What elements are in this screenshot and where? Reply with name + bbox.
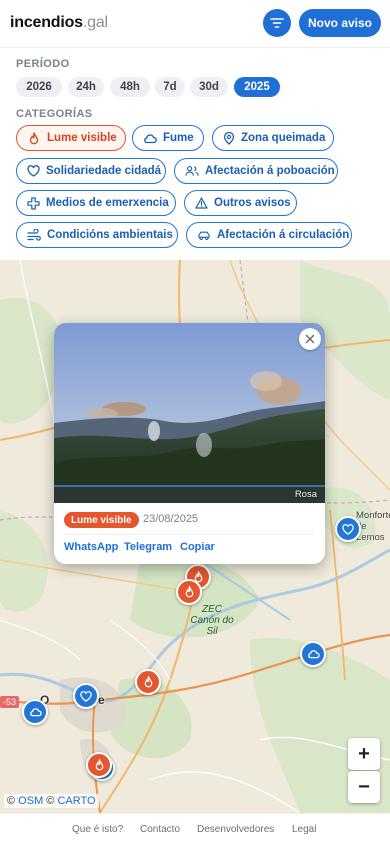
logo-name: incendios <box>10 14 83 31</box>
categories-label: CATEGORÍAS <box>16 108 93 120</box>
footer-link-about[interactable]: Que é isto? <box>72 824 123 835</box>
people-icon <box>185 164 199 178</box>
osm-link[interactable]: OSM <box>18 795 43 807</box>
smoke-marker[interactable] <box>22 699 48 725</box>
popup-divider <box>64 534 315 535</box>
category-label: Afectación á poboación <box>205 165 335 177</box>
heart-marker[interactable] <box>335 516 361 542</box>
period-label: PERÍODO <box>16 58 70 70</box>
period-chip-30d[interactable]: 30d <box>190 77 228 97</box>
zoom-in-button[interactable]: + <box>348 738 380 770</box>
category-label: Condicións ambientais <box>47 229 173 241</box>
flame-icon <box>144 676 152 688</box>
heart-icon <box>80 690 92 702</box>
road-shield: -53 <box>0 696 20 708</box>
category-label: Solidariedade cidadá <box>46 165 162 177</box>
zoom-out-button[interactable]: − <box>348 771 380 803</box>
category-afectacion-circulacion[interactable]: Afectación á circulación <box>186 222 352 248</box>
new-report-button[interactable]: Novo aviso <box>299 9 381 37</box>
fire-marker[interactable] <box>135 669 161 695</box>
category-medios-emerxencia[interactable]: Medios de emerxencia <box>16 190 176 216</box>
logo[interactable]: incendios.gal <box>10 14 108 32</box>
category-solidariedade[interactable]: Solidariedade cidadá <box>16 158 166 184</box>
footer: Que é isto? Contacto Desenvolvedores Leg… <box>0 813 390 844</box>
wind-icon <box>27 228 41 242</box>
logo-tld: .gal <box>82 14 108 31</box>
map-attribution: © OSM © CARTO <box>4 794 99 808</box>
flame-icon <box>27 131 41 145</box>
close-icon <box>305 334 315 344</box>
category-label: Lume visible <box>47 132 117 144</box>
map-pin-icon <box>223 131 235 145</box>
footer-link-contact[interactable]: Contacto <box>140 824 180 835</box>
cloud-icon <box>143 131 157 145</box>
category-badge: Lume visible <box>64 512 139 528</box>
photo-credit: Rosa <box>294 489 317 500</box>
fire-marker[interactable] <box>86 752 112 778</box>
flame-icon <box>95 759 103 771</box>
period-chip-2026[interactable]: 2026 <box>16 77 62 97</box>
share-whatsapp-link[interactable]: WhatsApp <box>64 541 118 553</box>
heart-icon <box>342 523 354 535</box>
period-chip-2025[interactable]: 2025 <box>234 77 280 97</box>
close-popup-button[interactable] <box>299 328 321 350</box>
share-telegram-link[interactable]: Telegram <box>124 541 172 553</box>
category-condicions-ambientais[interactable]: Condicións ambientais <box>16 222 178 248</box>
category-zona-queimada[interactable]: Zona queimada <box>212 125 334 151</box>
attribution-copy: © <box>7 795 16 807</box>
map-label-monforte: Monforte de Lemos <box>356 510 390 543</box>
category-outros-avisos[interactable]: Outros avisos <box>184 190 297 216</box>
smoke-marker[interactable] <box>300 641 326 667</box>
map-label-zec-canon-sil: ZEC Canón do Sil <box>190 604 234 637</box>
category-label: Medios de emerxencia <box>46 197 169 209</box>
attribution-copy: © <box>46 795 55 807</box>
category-afectacion-poboacion[interactable]: Afectación á poboación <box>174 158 338 184</box>
period-chip-48h[interactable]: 48h <box>110 77 150 97</box>
cross-icon <box>27 196 40 210</box>
incident-photo[interactable] <box>54 323 325 503</box>
flame-icon <box>185 586 193 598</box>
car-icon <box>197 228 211 242</box>
heart-icon <box>27 164 40 178</box>
footer-link-developers[interactable]: Desenvolvedores <box>197 824 274 835</box>
app-header: incendios.gal Novo aviso <box>0 0 390 48</box>
footer-link-legal[interactable]: Legal <box>292 824 316 835</box>
cloud-icon <box>307 650 320 659</box>
period-chip-7d[interactable]: 7d <box>155 77 185 97</box>
category-label: Fume <box>163 132 194 144</box>
period-chip-24h[interactable]: 24h <box>68 77 104 97</box>
cloud-icon <box>29 708 42 717</box>
copy-link-button[interactable]: Copiar <box>180 541 215 553</box>
category-label: Afectación á circulación <box>217 229 350 241</box>
incident-popup: Rosa Lume visible 23/08/2025 WhatsApp Te… <box>54 323 325 564</box>
incident-date: 23/08/2025 <box>143 513 199 525</box>
fire-marker[interactable] <box>176 579 202 605</box>
heart-marker[interactable] <box>73 683 99 709</box>
warning-icon <box>195 196 208 210</box>
category-fume[interactable]: Fume <box>132 125 204 151</box>
category-label: Outros avisos <box>214 197 291 209</box>
filter-button[interactable] <box>263 9 291 37</box>
category-label: Zona queimada <box>241 132 326 144</box>
filter-icon <box>270 18 284 28</box>
carto-link[interactable]: CARTO <box>57 795 95 807</box>
category-lume-visible[interactable]: Lume visible <box>16 125 126 151</box>
